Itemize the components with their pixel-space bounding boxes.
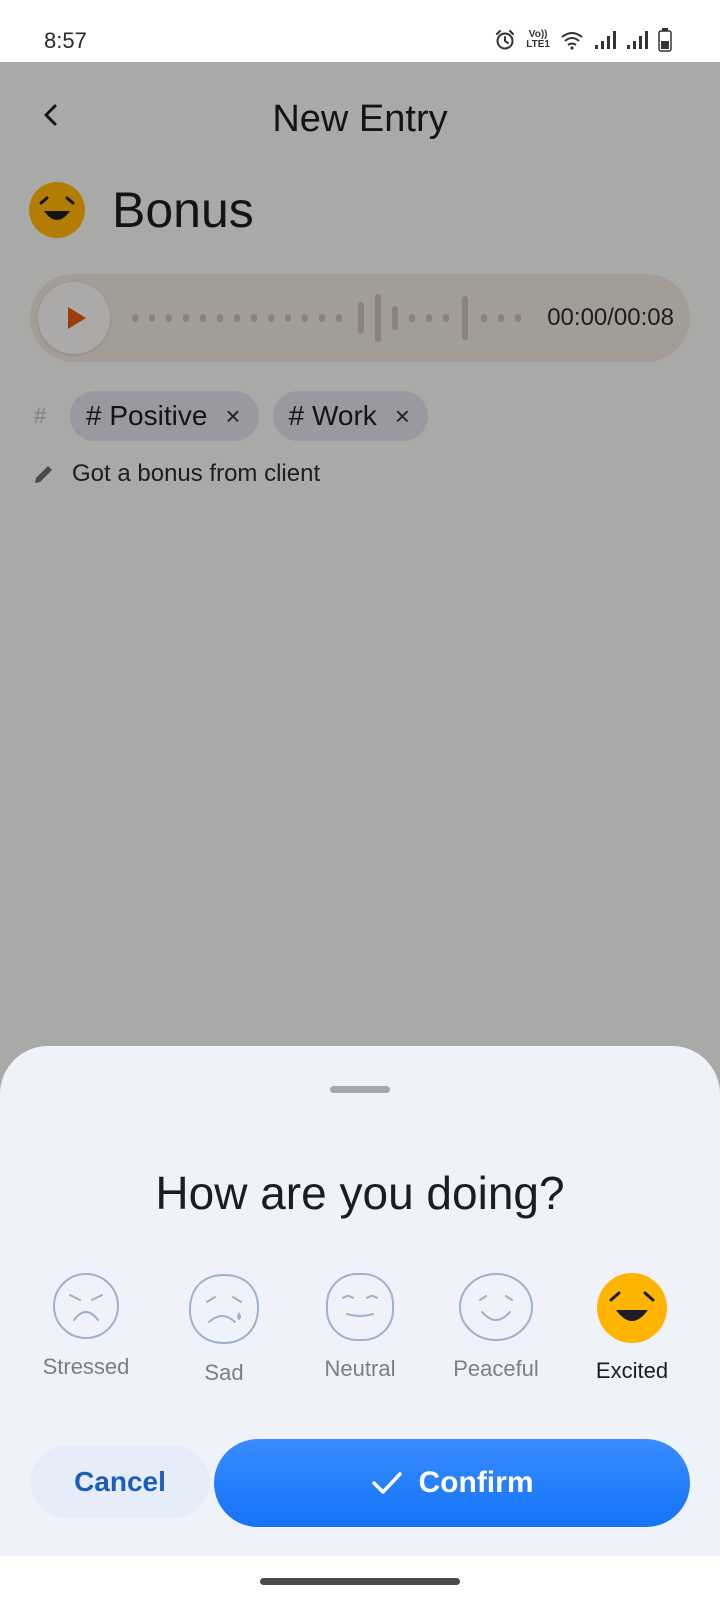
mood-option-neutral[interactable]: Neutral	[292, 1272, 428, 1382]
mood-bottom-sheet: How are you doing? Stressed Sad Neutral …	[0, 1046, 720, 1556]
neutral-face-icon	[326, 1273, 394, 1341]
sheet-drag-handle[interactable]	[330, 1086, 390, 1093]
alarm-icon	[494, 29, 516, 51]
mood-option-excited[interactable]: Excited	[564, 1272, 700, 1384]
mood-option-sad[interactable]: Sad	[156, 1272, 292, 1386]
wifi-icon	[560, 30, 584, 50]
cancel-button[interactable]: Cancel	[30, 1446, 210, 1518]
mood-option-peaceful[interactable]: Peaceful	[428, 1272, 564, 1382]
mood-option-stressed[interactable]: Stressed	[18, 1272, 154, 1380]
mood-options: Stressed Sad Neutral Peaceful Excited	[0, 1272, 720, 1402]
mood-label: Excited	[595, 1358, 669, 1383]
sad-face-icon	[188, 1273, 260, 1345]
check-icon	[371, 1472, 402, 1494]
volte-icon: Vo)) LTE1	[526, 29, 550, 50]
battery-icon	[658, 28, 672, 52]
mood-label: Neutral	[324, 1356, 396, 1381]
signal-icon	[594, 30, 616, 50]
home-gesture-handle[interactable]	[260, 1578, 460, 1585]
status-bar: 8:57 Vo)) LTE1	[0, 0, 720, 62]
status-time: 8:57	[44, 28, 87, 53]
mood-label: Sad	[204, 1360, 244, 1385]
sheet-title: How are you doing?	[155, 1167, 565, 1219]
status-icons: Vo)) LTE1	[494, 26, 672, 54]
signal-icon	[626, 30, 648, 50]
stressed-face-icon	[53, 1273, 119, 1339]
confirm-button[interactable]: Confirm	[214, 1439, 690, 1527]
peaceful-face-icon	[459, 1273, 533, 1341]
confirm-label: Confirm	[418, 1466, 534, 1499]
mood-label: Peaceful	[453, 1356, 539, 1381]
excited-face-icon	[597, 1273, 667, 1343]
navigation-bar	[0, 1556, 720, 1600]
mood-label: Stressed	[42, 1354, 130, 1379]
